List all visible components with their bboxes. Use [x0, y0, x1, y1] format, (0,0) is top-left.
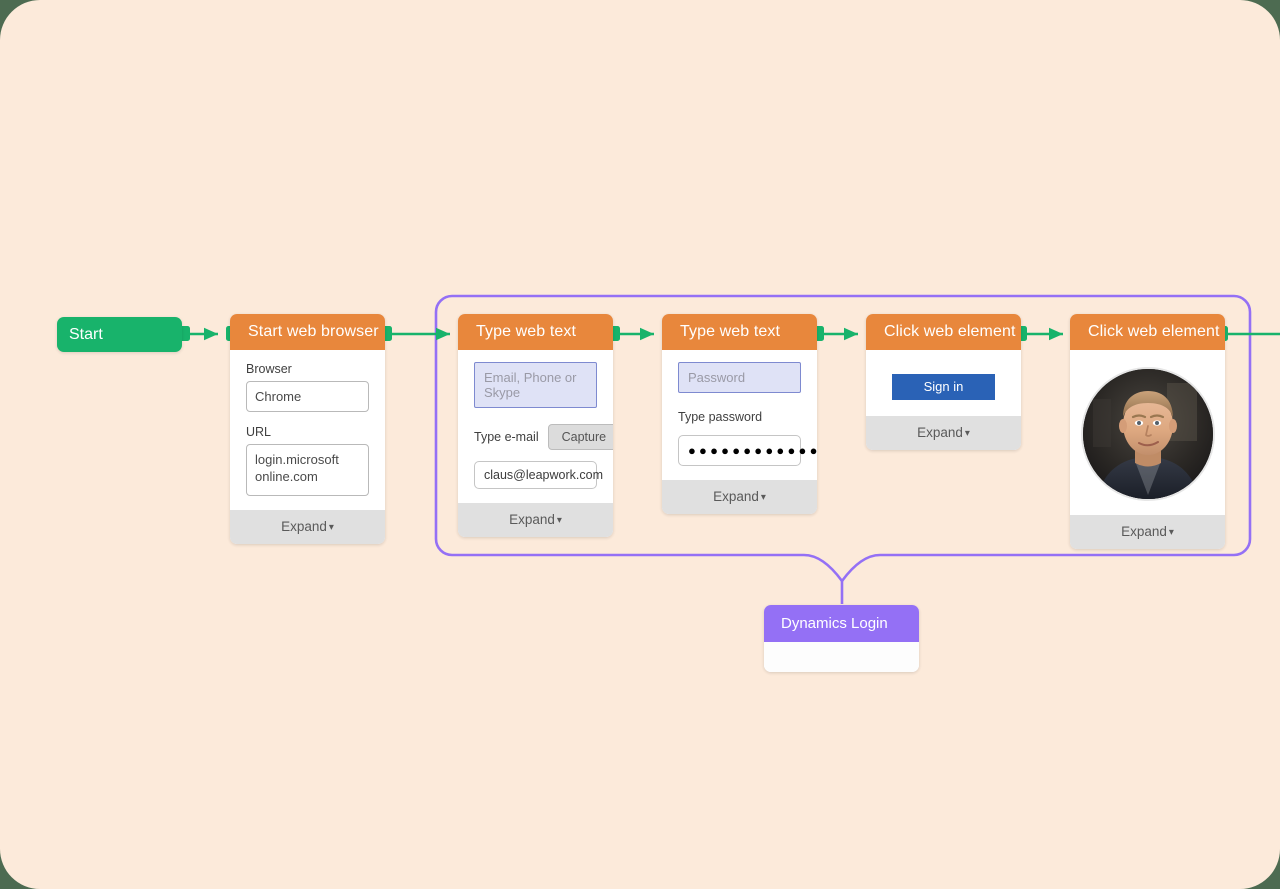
chevron-down-icon: ▾	[760, 492, 766, 503]
expand-label: Expand	[281, 519, 327, 534]
node-title: Click web element	[1070, 314, 1225, 350]
group-label-card[interactable]: Dynamics Login	[764, 605, 919, 672]
node-type-web-text-email[interactable]: Type web text Email, Phone or Skype Type…	[458, 314, 613, 537]
captured-password-input[interactable]: Password	[678, 362, 801, 393]
avatar-illustration	[1082, 369, 1213, 499]
avatar-wrapper	[1080, 363, 1215, 503]
captured-signin-button[interactable]: Sign in	[892, 374, 995, 400]
node-title: Click web element	[866, 314, 1021, 350]
capture-row: Type e-mail Capture	[474, 424, 613, 450]
browser-field-label: Browser	[246, 362, 292, 376]
expand-label: Expand	[509, 512, 555, 527]
node-body: Email, Phone or Skype Type e-mail Captur…	[458, 350, 613, 503]
password-value-input[interactable]: ●●●●●●●●●●●●●	[678, 435, 817, 466]
captured-email-input[interactable]: Email, Phone or Skype	[474, 362, 597, 408]
start-node[interactable]: Start	[57, 317, 182, 352]
node-type-web-text-password[interactable]: Type web text Password Type password ●●●…	[662, 314, 817, 514]
node-title: Type web text	[458, 314, 613, 350]
chevron-down-icon: ▾	[328, 522, 334, 533]
capture-field-label: Type e-mail	[474, 430, 539, 444]
node-body	[1070, 350, 1225, 515]
url-field-label: URL	[246, 425, 272, 439]
expand-label: Expand	[1121, 524, 1167, 539]
email-value-input[interactable]: claus@leapwork.com	[474, 461, 603, 489]
node-title: Type web text	[662, 314, 817, 350]
chevron-down-icon: ▾	[556, 515, 562, 526]
node-body: Password Type password ●●●●●●●●●●●●●	[662, 350, 817, 480]
expand-label: Expand	[713, 489, 759, 504]
node-expand-button[interactable]: Expand ▾	[230, 510, 385, 544]
url-field-input[interactable]: login.microsoft online.com	[246, 444, 369, 496]
node-expand-button[interactable]: Expand ▾	[1070, 515, 1225, 549]
group-label-title: Dynamics Login	[764, 605, 919, 642]
node-start-web-browser[interactable]: Start web browser Browser Chrome URL log…	[230, 314, 385, 544]
node-expand-button[interactable]: Expand ▾	[866, 416, 1021, 450]
field-spacer	[246, 412, 369, 425]
node-title: Start web browser	[230, 314, 385, 350]
start-node-label: Start	[69, 325, 103, 343]
expand-label: Expand	[917, 425, 963, 440]
node-body: Browser Chrome URL login.microsoft onlin…	[230, 350, 385, 510]
node-expand-button[interactable]: Expand ▾	[662, 480, 817, 514]
capture-button[interactable]: Capture	[547, 424, 613, 450]
chevron-down-icon: ▾	[964, 428, 970, 439]
flow-canvas: Start Start web browser Browser Chrome U…	[0, 0, 1280, 889]
node-click-web-element-signin[interactable]: Click web element Sign in Expand ▾	[866, 314, 1021, 450]
node-body: Sign in	[866, 350, 1021, 416]
node-expand-button[interactable]: Expand ▾	[458, 503, 613, 537]
node-click-web-element-avatar[interactable]: Click web element Expand ▾	[1070, 314, 1225, 549]
user-avatar-photo[interactable]	[1080, 367, 1215, 501]
browser-field-input[interactable]: Chrome	[246, 381, 369, 412]
chevron-down-icon: ▾	[1168, 527, 1174, 538]
group-label-body	[764, 642, 919, 672]
password-field-label: Type password	[678, 410, 763, 424]
